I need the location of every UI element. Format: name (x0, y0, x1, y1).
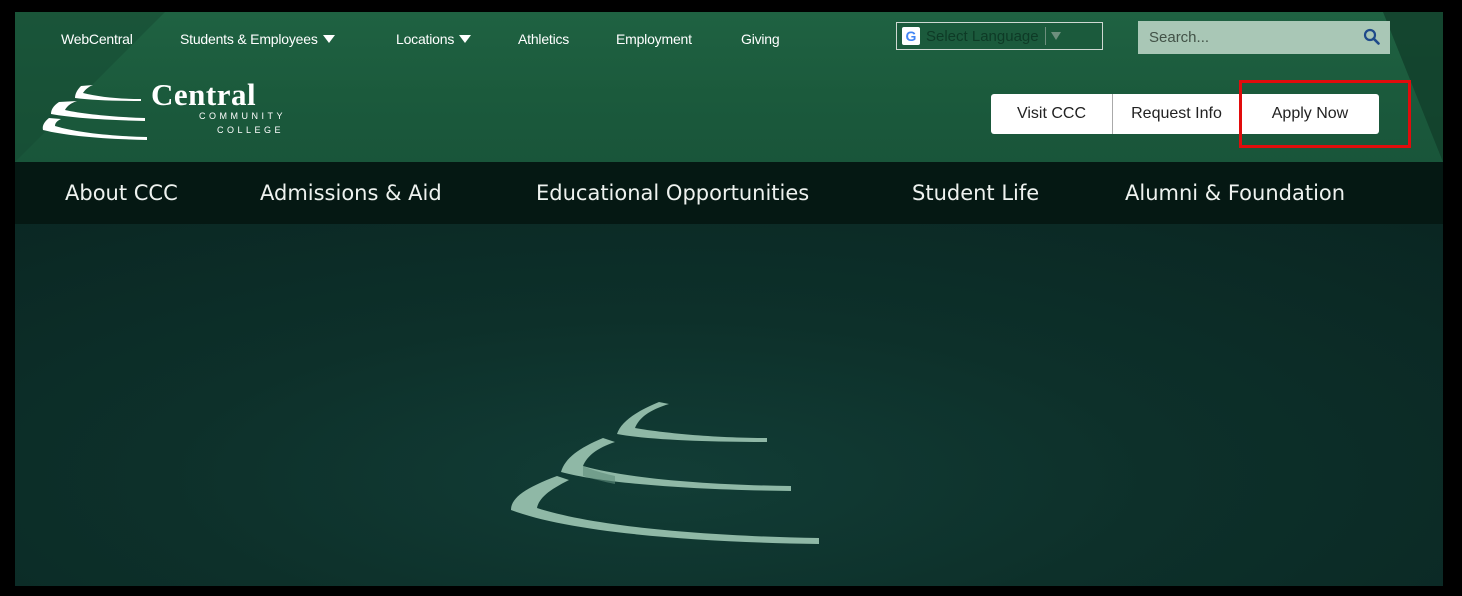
logo-mark-icon (42, 85, 147, 140)
locations-menu[interactable]: Locations (396, 30, 472, 48)
caret-down-icon (1050, 32, 1061, 40)
ccc-logo[interactable]: Central COMMUNITY COLLEGE (41, 77, 311, 146)
logo-wordmark: Central (151, 77, 257, 112)
site-header: WebCentral Students & Employees Location… (15, 12, 1443, 162)
caret-down-icon (322, 35, 335, 43)
nav-item-admissions-aid[interactable]: Admissions & Aid (260, 162, 442, 224)
language-select-label: Select Language (926, 27, 1039, 45)
students-employees-menu[interactable]: Students & Employees (180, 30, 335, 48)
giving-link[interactable]: Giving (741, 30, 780, 48)
language-select[interactable]: G Select Language (896, 22, 1103, 50)
google-g-icon: G (902, 27, 920, 45)
nav-item-about-ccc[interactable]: About CCC (65, 162, 178, 224)
request-info-button[interactable]: Request Info (1113, 94, 1241, 134)
nav-item-student-life[interactable]: Student Life (912, 162, 1039, 224)
search-input[interactable] (1149, 29, 1349, 46)
logo-subtitle-college: COLLEGE (217, 125, 285, 135)
athletics-link[interactable]: Athletics (518, 30, 569, 48)
hero-logo-mark-icon (511, 402, 819, 544)
main-nav: About CCC Admissions & Aid Educational O… (15, 162, 1443, 224)
nav-item-alumni-foundation[interactable]: Alumni & Foundation (1125, 162, 1345, 224)
search-icon[interactable] (1363, 28, 1380, 45)
webcentral-link[interactable]: WebCentral (61, 30, 133, 48)
apply-now-highlight-box (1239, 80, 1411, 148)
page-frame: WebCentral Students & Employees Location… (15, 12, 1443, 586)
hero-banner (15, 224, 1443, 586)
locations-label: Locations (396, 31, 455, 47)
search-box (1138, 21, 1390, 54)
visit-ccc-button[interactable]: Visit CCC (991, 94, 1113, 134)
language-select-divider (1044, 27, 1046, 45)
caret-down-icon (459, 35, 472, 43)
students-employees-label: Students & Employees (180, 31, 318, 47)
logo-subtitle-community: COMMUNITY (199, 111, 286, 121)
employment-link[interactable]: Employment (616, 30, 692, 48)
nav-item-educational-opportunities[interactable]: Educational Opportunities (536, 162, 809, 224)
